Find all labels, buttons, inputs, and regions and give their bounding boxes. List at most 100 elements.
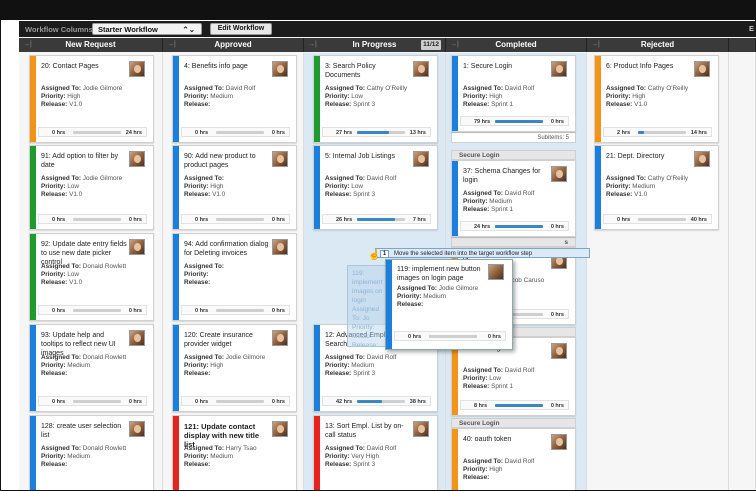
assigned-value: Jodie Gilmore: [82, 175, 123, 182]
task-card[interactable]: 37: Schema Changes for login Assigned To…: [451, 160, 576, 237]
hours-left: 0 hrs: [52, 308, 66, 314]
task-card[interactable]: 121: Update contact display with new tit…: [172, 415, 297, 490]
task-card[interactable]: 92: Update date entry fields to use new …: [29, 233, 154, 321]
collapse-arrow-icon[interactable]: →|: [23, 38, 32, 52]
task-card[interactable]: 94: Add confirmation dialog for Deleting…: [172, 233, 297, 321]
hours-progress: 0 hrs 0 hrs: [181, 305, 290, 315]
subitems-count[interactable]: Subitems: 5: [451, 132, 576, 143]
task-card[interactable]: 4: Benefits info page Assigned To: David…: [172, 55, 297, 143]
task-card[interactable]: 93: Update help and tooltips to reflect …: [29, 324, 154, 412]
card-color-stripe: [314, 416, 320, 490]
column-header-new-request[interactable]: →| New Request: [19, 38, 163, 52]
progress-bar: [357, 400, 405, 403]
release-label: Release:: [184, 461, 211, 468]
column-header-rejected[interactable]: →| Rejected: [587, 38, 729, 52]
hours-left: 27 hrs: [336, 130, 353, 136]
collapse-arrow-icon[interactable]: →|: [591, 38, 600, 52]
avatar-face-icon: [418, 425, 425, 433]
task-card[interactable]: 91: Add option to filter by date Assigne…: [29, 145, 154, 230]
card-color-stripe: [173, 56, 179, 142]
task-card[interactable]: 90: Add new product to product pages Ass…: [172, 145, 297, 230]
release-label: Release:: [41, 101, 68, 108]
card-meta: Assigned To: Harry Tsao Priority: Medium…: [184, 445, 257, 469]
workflow-select[interactable]: Starter Workflow ⌃⌄: [92, 23, 202, 35]
priority-value: Low: [351, 183, 364, 190]
collapse-arrow-icon[interactable]: →|: [167, 38, 176, 52]
card-color-stripe: [173, 416, 179, 490]
collapse-arrow-icon[interactable]: →|: [308, 38, 317, 52]
hours-right: 0 hrs: [128, 399, 142, 405]
parent-section-label: Secure Login: [451, 418, 576, 428]
card-meta: Assigned To: Jodie Gilmore Priority: Low…: [41, 175, 122, 199]
task-card[interactable]: 20: Contact Pages Assigned To: Jodie Gil…: [29, 55, 154, 143]
priority-label: Priority:: [184, 183, 209, 190]
release-label: Release:: [184, 370, 211, 377]
task-card[interactable]: 5: Internal Job Listings Assigned To: Da…: [313, 145, 438, 230]
priority-value: High: [489, 466, 503, 473]
progress-fill: [357, 400, 382, 403]
avatar: [551, 434, 567, 450]
column-header-in-progress[interactable]: →| In Progress 11/12: [304, 38, 446, 52]
column-header-completed[interactable]: →| Completed: [446, 38, 587, 52]
task-card[interactable]: 1: Secure Login Assigned To: David Rolf …: [451, 55, 576, 132]
card-color-stripe: [173, 325, 179, 411]
card-color-stripe: [595, 146, 601, 229]
task-card[interactable]: 6: Product Info Pages Assigned To: Cathy…: [594, 55, 719, 143]
card-meta: Assigned To: David Rolf Priority: Medium…: [325, 354, 396, 378]
release-value: V1.0: [634, 101, 648, 108]
card-title: 13: Sort Empl. List by on-call status: [325, 423, 404, 439]
avatar: [272, 421, 288, 437]
card-meta: Assigned To: Priority: High Release: V1.…: [184, 175, 225, 199]
task-card[interactable]: 40: oauth token Assigned To: David Rolf …: [451, 428, 576, 490]
assigned-label: Assigned To:: [397, 285, 438, 292]
progress-bar: [495, 225, 543, 228]
task-card[interactable]: 21: Dept. Directory Assigned To: Cathy O…: [594, 145, 719, 230]
column-header-approved[interactable]: →| Approved: [163, 38, 304, 52]
card-title: 119: implement new button images on logi…: [397, 266, 481, 282]
hours-right: 24 hrs: [125, 130, 142, 136]
release-label: Release:: [325, 370, 352, 377]
priority-value: High: [632, 93, 646, 100]
task-card[interactable]: 128: create user selection list Assigned…: [29, 415, 154, 490]
priority-value: Medium: [210, 93, 234, 100]
avatar-face-icon: [277, 243, 284, 251]
hours-left: 42 hrs: [336, 399, 353, 405]
assigned-label: Assigned To:: [184, 175, 225, 182]
priority-label: Priority:: [41, 93, 66, 100]
hours-right: 14 hrs: [690, 130, 707, 136]
progress-bar: [216, 131, 264, 134]
priority-value: Low: [67, 271, 80, 278]
priority-label: Priority:: [41, 362, 66, 369]
card-title: 3: Search Policy Documents: [325, 63, 376, 79]
assigned-value: David Rolf: [366, 445, 397, 452]
hours-left: 0 hrs: [195, 217, 209, 223]
toolbar-overflow[interactable]: E: [749, 24, 754, 33]
assigned-value: Jodie Gilmore: [438, 285, 479, 292]
task-card[interactable]: 3: Search Policy Documents Assigned To: …: [313, 55, 438, 143]
hours-left: 0 hrs: [408, 334, 422, 340]
collapse-arrow-icon[interactable]: →|: [450, 38, 459, 52]
avatar: [129, 239, 145, 255]
edit-workflow-button[interactable]: Edit Workflow: [210, 23, 272, 35]
column-header-overflow: [729, 38, 756, 52]
assigned-label: Assigned To:: [606, 85, 647, 92]
hours-progress: 0 hrs 40 hrs: [603, 214, 712, 224]
release-label: Release:: [41, 370, 68, 377]
hours-left: 0 hrs: [195, 399, 209, 405]
assigned-label: Assigned To:: [41, 85, 82, 92]
dragged-card[interactable]: 119: implement new button images on logi…: [385, 259, 513, 350]
card-title: 1: Secure Login: [463, 63, 513, 70]
assigned-value: Cathy O'Reilly: [647, 175, 689, 182]
release-label: Release:: [184, 279, 211, 286]
assigned-value: Cathy O'Reilly: [366, 85, 408, 92]
hours-right: 13 hrs: [409, 130, 426, 136]
hours-left: 0 hrs: [617, 217, 631, 223]
priority-value: Low: [351, 93, 364, 100]
card-meta: Assigned To: David Rolf Priority: Low Re…: [325, 175, 396, 199]
task-card[interactable]: 120: Create insurance provider widget As…: [172, 324, 297, 412]
hours-progress: 0 hrs 0 hrs: [181, 214, 290, 224]
hours-right: 0 hrs: [550, 224, 564, 230]
card-title: 40: oauth token: [463, 436, 512, 443]
progress-bar: [638, 218, 686, 221]
task-card[interactable]: 13: Sort Empl. List by on-call status As…: [313, 415, 438, 490]
